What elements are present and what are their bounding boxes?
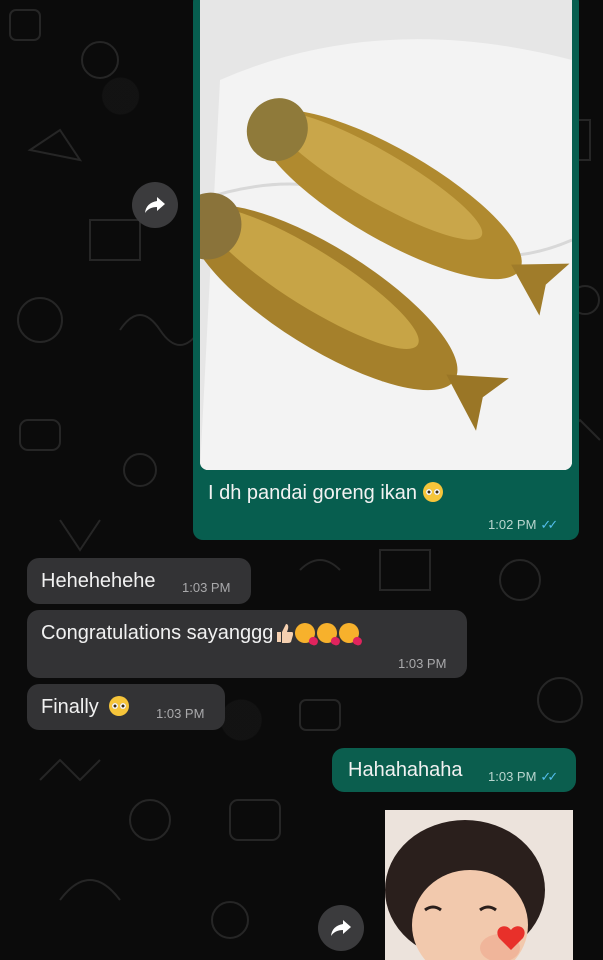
forward-button[interactable] (318, 905, 364, 951)
double-check-icon: ✓✓ (540, 517, 558, 532)
image-caption: I dh pandai goreng ikan (208, 482, 444, 505)
forward-button[interactable] (132, 182, 178, 228)
timestamp-text: 1:02 PM (488, 517, 537, 532)
forward-arrow-icon (145, 197, 165, 213)
message-timestamp: 1:03 PM (156, 706, 205, 721)
double-check-icon: ✓✓ (540, 769, 558, 784)
message-timestamp: 1:03 PM ✓✓ (488, 769, 558, 785)
message-timestamp: 1:03 PM (398, 656, 447, 671)
face-blowing-kiss-emoji (295, 623, 316, 643)
thumbs-up-emoji (277, 624, 294, 643)
incoming-message[interactable]: Finally 1:03 PM (27, 684, 225, 730)
timestamp-text: 1:03 PM (488, 769, 537, 784)
forward-arrow-icon (331, 920, 351, 936)
caption-text: I dh pandai goreng ikan (208, 482, 418, 504)
message-timestamp: 1:03 PM (182, 580, 231, 595)
pleading-face-emoji (108, 696, 129, 716)
incoming-message[interactable]: Congratulations sayanggg 1:03 PM (27, 610, 467, 678)
face-blowing-kiss-emoji (339, 623, 360, 643)
face-blowing-kiss-emoji (317, 623, 338, 643)
message-text: Hahahahaha (348, 759, 463, 781)
incoming-message[interactable]: Hehehehehe 1:03 PM (27, 558, 251, 604)
child-reaction-photo[interactable] (385, 810, 573, 960)
fried-fish-photo[interactable] (200, 0, 572, 470)
message-text: Congratulations sayanggg (41, 622, 274, 644)
message-text: Hehehehehe (41, 570, 156, 592)
message-content: Congratulations sayanggg (41, 622, 360, 645)
outgoing-image-timestamp: 1:02 PM ✓✓ (488, 517, 558, 533)
message-content: Finally (41, 696, 129, 719)
message-text: Finally (41, 696, 99, 718)
pleading-face-emoji (423, 482, 444, 502)
outgoing-message[interactable]: Hahahahaha 1:03 PM ✓✓ (332, 748, 576, 792)
